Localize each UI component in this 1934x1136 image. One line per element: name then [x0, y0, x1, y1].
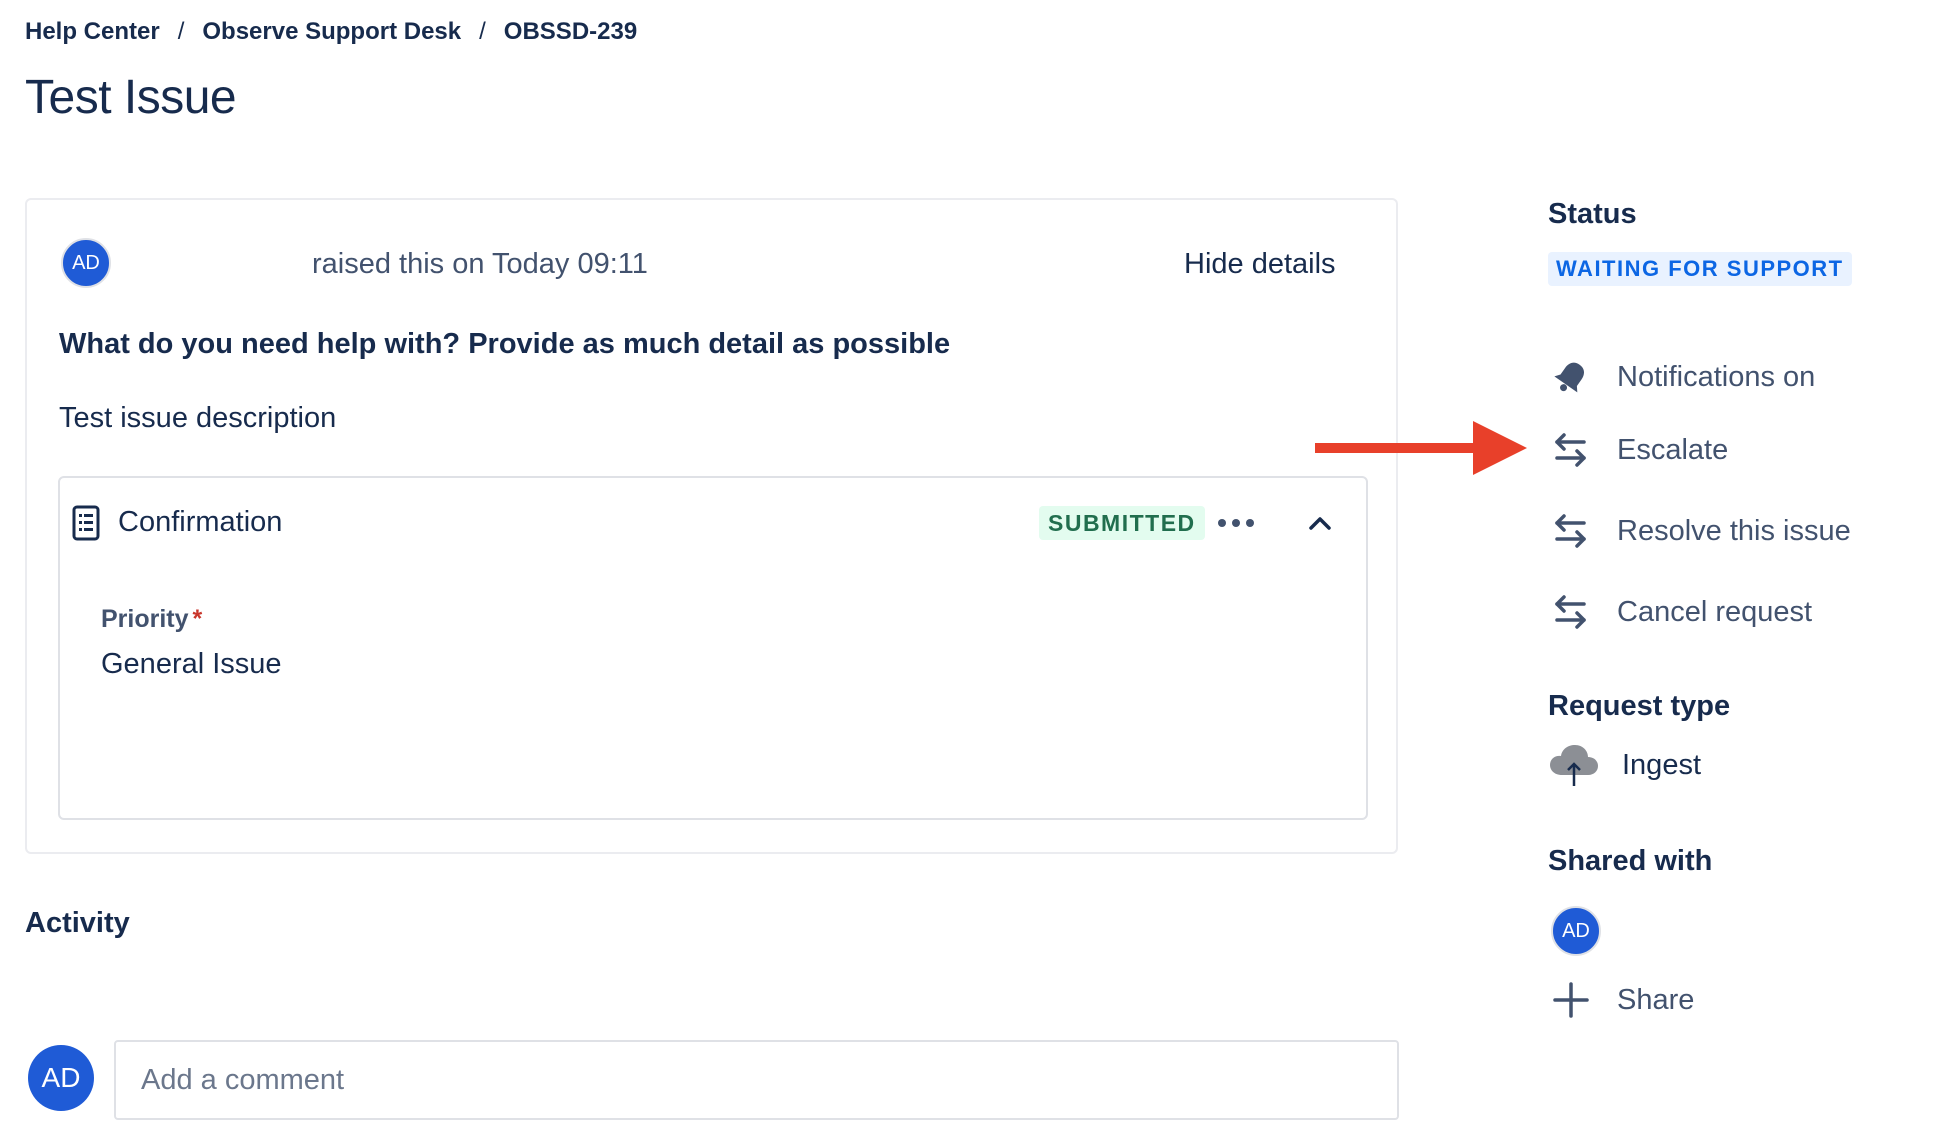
- shared-user-avatar[interactable]: AD: [1551, 906, 1601, 956]
- cloud-upload-icon: [1550, 745, 1598, 786]
- required-marker: *: [192, 605, 203, 633]
- transition-icon: [1550, 429, 1592, 471]
- more-dot-icon: [1218, 519, 1226, 527]
- breadcrumb-separator: /: [177, 18, 185, 45]
- request-description: Test issue description: [59, 402, 337, 434]
- transition-icon: [1550, 591, 1592, 633]
- request-type-heading: Request type: [1548, 690, 1731, 722]
- escalate-label: Escalate: [1617, 433, 1729, 466]
- hide-details-button[interactable]: Hide details: [1184, 248, 1336, 281]
- transition-icon: [1550, 510, 1592, 552]
- annotation-arrow-icon: [1315, 421, 1527, 475]
- resolve-issue-label: Resolve this issue: [1617, 514, 1851, 547]
- notifications-toggle[interactable]: Notifications on: [1550, 356, 1815, 398]
- form-document-icon: [72, 505, 100, 541]
- add-comment-input[interactable]: Add a comment: [114, 1040, 1399, 1120]
- form-title: Confirmation: [118, 506, 283, 538]
- resolve-issue-button[interactable]: Resolve this issue: [1550, 510, 1851, 552]
- request-question: What do you need help with? Provide as m…: [59, 328, 951, 360]
- request-type: Ingest: [1548, 742, 1701, 788]
- page-title: Test Issue: [25, 71, 237, 124]
- more-actions-button[interactable]: [1210, 505, 1262, 541]
- breadcrumb-issue-key[interactable]: OBSSD-239: [504, 18, 637, 46]
- status-badge: WAITING FOR SUPPORT: [1548, 252, 1852, 286]
- breadcrumb-separator: /: [479, 18, 486, 45]
- breadcrumb-help-center[interactable]: Help Center: [25, 18, 160, 46]
- share-label: Share: [1617, 983, 1695, 1016]
- form-status-badge: SUBMITTED: [1039, 506, 1205, 540]
- shared-with-heading: Shared with: [1548, 845, 1713, 877]
- request-type-label: Ingest: [1622, 748, 1701, 781]
- breadcrumb-service-desk[interactable]: Observe Support Desk: [202, 18, 461, 46]
- share-button[interactable]: Share: [1550, 979, 1694, 1021]
- more-dot-icon: [1232, 519, 1240, 527]
- bell-icon: [1550, 356, 1592, 398]
- raised-timestamp: raised this on Today 09:11: [312, 248, 648, 280]
- activity-heading: Activity: [25, 907, 130, 939]
- cancel-request-button[interactable]: Cancel request: [1550, 591, 1812, 633]
- breadcrumb: Help Center / Observe Support Desk / OBS…: [25, 16, 637, 48]
- priority-field-label: Priority *: [101, 605, 202, 634]
- cancel-request-label: Cancel request: [1617, 595, 1813, 628]
- chevron-up-icon[interactable]: [1302, 505, 1338, 541]
- notifications-label: Notifications on: [1617, 360, 1816, 393]
- priority-label-text: Priority: [101, 605, 189, 633]
- escalate-button[interactable]: Escalate: [1550, 429, 1728, 471]
- current-user-avatar[interactable]: AD: [28, 1045, 94, 1111]
- more-dot-icon: [1246, 519, 1254, 527]
- reporter-avatar[interactable]: AD: [61, 238, 111, 288]
- status-heading: Status: [1548, 198, 1637, 230]
- priority-field-value: General Issue: [101, 648, 282, 680]
- plus-icon: [1550, 979, 1592, 1021]
